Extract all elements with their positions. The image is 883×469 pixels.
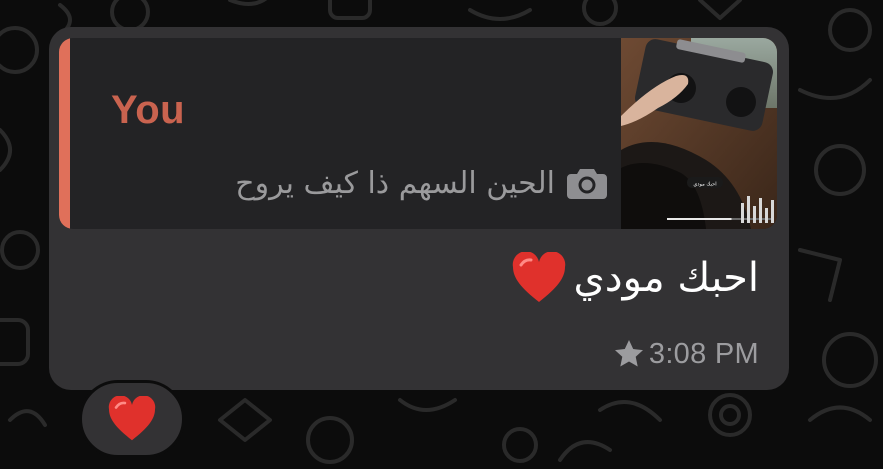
star-icon — [614, 340, 643, 367]
camera-icon — [567, 169, 607, 199]
message-text: احبك مودي — [511, 246, 759, 310]
reply-author: You — [111, 88, 186, 132]
reaction-badge[interactable] — [79, 380, 185, 458]
reply-preview-text: الحين السهم ذا كيف يروح — [235, 165, 555, 201]
thumbnail-caption: احبك مودي — [693, 182, 716, 188]
heart-emoji — [513, 252, 566, 302]
heart-emoji — [108, 396, 156, 441]
message-time: 3:08 PM — [648, 337, 759, 370]
message-body: احبك مودي — [573, 255, 759, 301]
reply-quote-bar — [59, 38, 70, 229]
message-meta: 3:08 PM — [613, 334, 759, 374]
reply-thumbnail[interactable]: احبك مودي — [621, 38, 777, 229]
message-bubble[interactable]: You الحين السهم ذا كيف يروح احبك مودي اح… — [49, 27, 789, 390]
reply-preview: الحين السهم ذا كيف يروح — [235, 158, 607, 208]
reply-quote[interactable]: You الحين السهم ذا كيف يروح احبك مودي — [59, 38, 777, 229]
